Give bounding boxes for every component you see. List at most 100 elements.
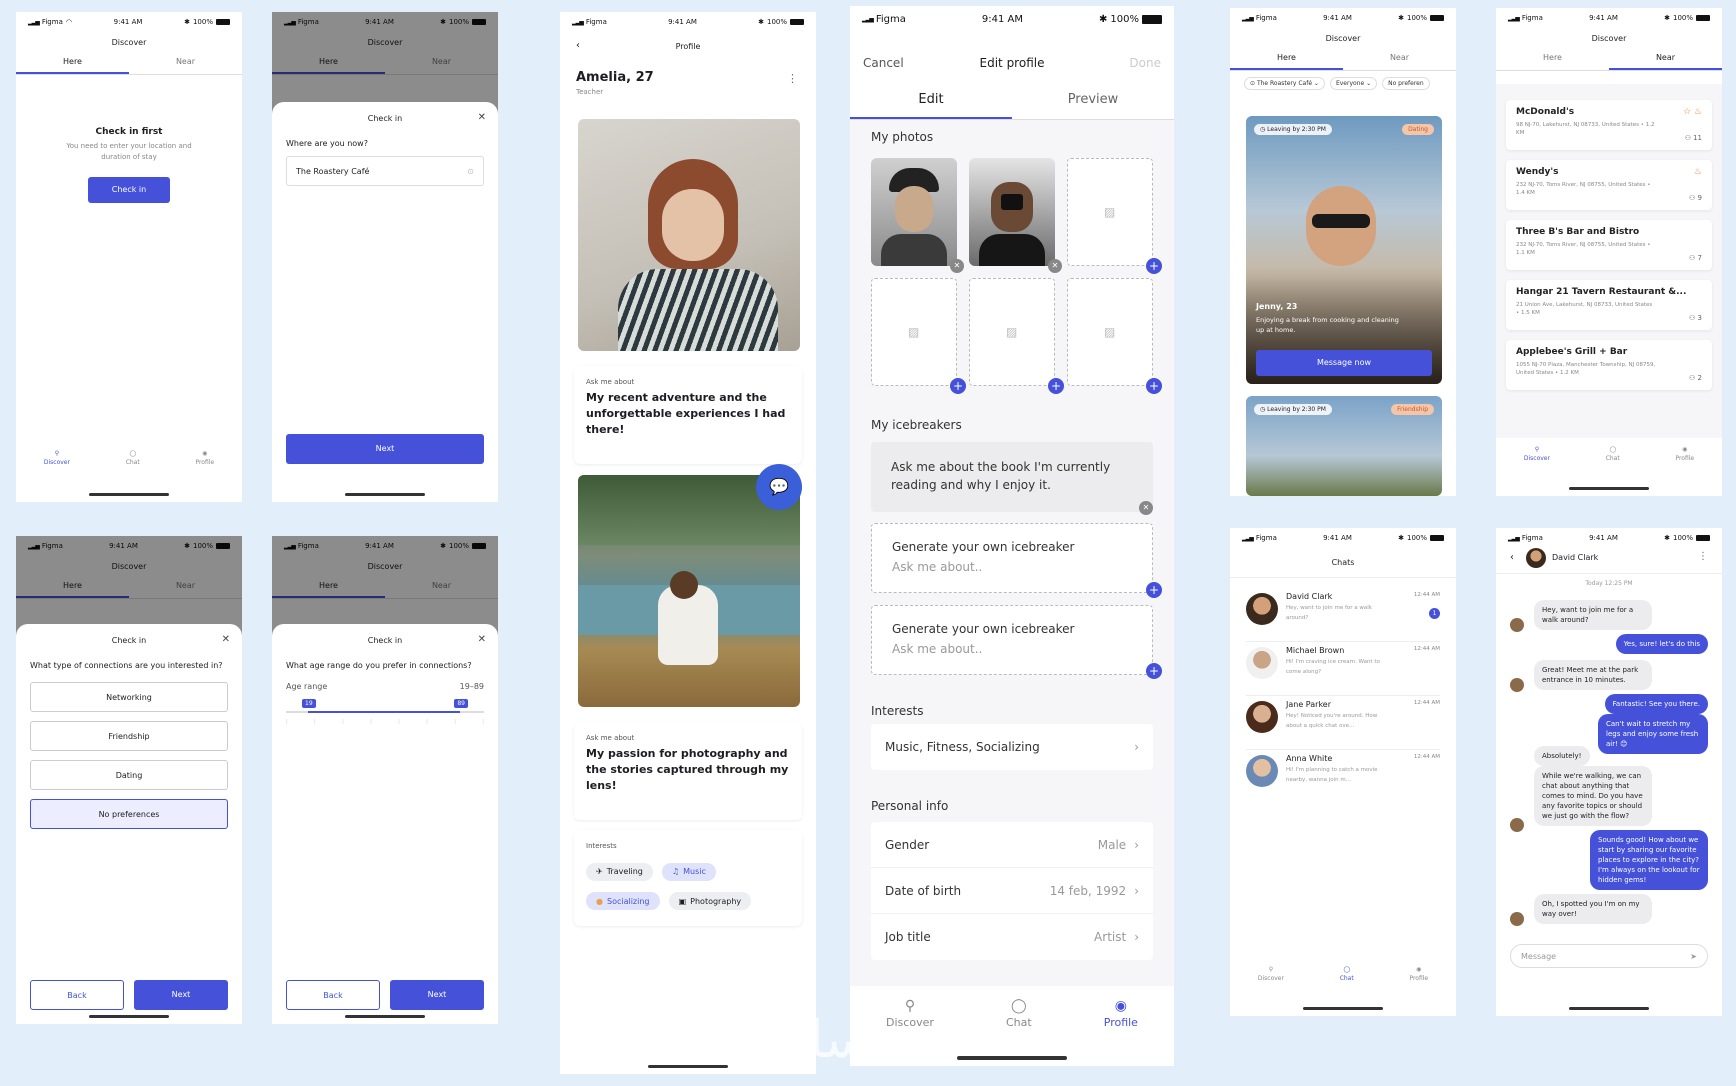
nav-profile[interactable]: ◉ Profile	[1409, 966, 1428, 982]
fire-icon: ♨	[1693, 167, 1702, 177]
age-range-slider[interactable]: 19 89 | | | | | | | |	[286, 699, 484, 729]
icebreaker-1[interactable]: Ask me about the book I'm currently read…	[871, 442, 1153, 512]
nav-discover[interactable]: ⚲ Discover	[1524, 446, 1550, 462]
nav-chat[interactable]: ◯ Chat	[126, 450, 140, 466]
add-photo-icon[interactable]: +	[950, 378, 966, 394]
photo-slot-1[interactable]	[871, 158, 957, 266]
screen-conversation: ▂▃▅ Figma 9:41 AM ✱ 100% ‹ David Clark ⋮ To…	[1496, 528, 1722, 1016]
close-icon[interactable]: ✕	[478, 634, 486, 645]
message-sent: Fantastic! See you there.	[1604, 694, 1708, 714]
check-in-button[interactable]: Check in	[88, 177, 170, 203]
more-icon[interactable]: ⋮	[1698, 551, 1708, 562]
nav-chat[interactable]: ◯ Chat	[1340, 966, 1354, 982]
chat-item[interactable]: Michael Brown Hi! I'm craving ice cream. …	[1246, 642, 1440, 696]
tab-here[interactable]: Here	[1496, 53, 1609, 70]
next-button[interactable]: Next	[286, 434, 484, 464]
chat-item[interactable]: David Clark Hey, want to join me for a wa…	[1246, 588, 1440, 642]
next-button[interactable]: Next	[134, 980, 228, 1010]
add-photo-icon[interactable]: +	[1146, 378, 1162, 394]
screen-discover-near: ▂▃▅ Figma 9:41 AM ✱ 100% Discover Here Near …	[1496, 8, 1722, 496]
field-date-of-birth[interactable]: Date of birth 14 feb, 1992 ›	[871, 868, 1153, 914]
place-item[interactable]: Three B's Bar and Bistro 232 NJ-70, Toms …	[1506, 220, 1712, 270]
tab-near[interactable]: Near	[129, 57, 242, 74]
close-icon[interactable]: ✕	[222, 634, 230, 645]
nav-discover[interactable]: ⚲ Discover	[44, 450, 70, 466]
slider-max-handle[interactable]: 89	[454, 699, 468, 708]
message-received: Great! Meet me at the park entrance in 1…	[1534, 660, 1652, 690]
tab-edit[interactable]: Edit	[850, 92, 1012, 119]
add-icebreaker-icon[interactable]: +	[1146, 663, 1162, 679]
interests-label: Interests	[871, 704, 924, 718]
icebreakers-label: My icebreakers	[871, 418, 962, 432]
back-arrow-icon[interactable]: ‹	[576, 40, 580, 51]
remove-photo-icon[interactable]: ✕	[950, 259, 964, 273]
more-icon[interactable]: ⋮	[787, 72, 798, 85]
send-icon[interactable]: ➤	[1690, 952, 1697, 961]
image-icon: ▨	[1006, 325, 1018, 339]
place-item[interactable]: Wendy's 232 NJ-70, Toms River, NJ 08755, …	[1506, 160, 1712, 210]
remove-icebreaker-icon[interactable]: ✕	[1139, 501, 1153, 515]
chat-bubble-button[interactable]: 💬	[756, 464, 802, 510]
profile-icon: ◉	[1682, 446, 1688, 453]
chat-item[interactable]: Jane Parker Hey! Noticed you're around. H…	[1246, 696, 1440, 750]
screen-discover-checkin: ▂▃▅ Figma ◠ 9:41 AM ✱ 100% Discover Here Near…	[16, 12, 242, 502]
screen-checkin-connections: ▂▃▅ Figma 9:41 AM ✱ 100% Discover Here Near …	[16, 536, 242, 1024]
done-button[interactable]: Done	[1129, 56, 1161, 70]
message-input[interactable]: Message ➤	[1510, 944, 1708, 968]
photo-slot-2[interactable]	[969, 158, 1055, 266]
nav-discover[interactable]: ⚲ Discover	[1258, 966, 1284, 982]
option-dating[interactable]: Dating	[30, 760, 228, 790]
person-card-1[interactable]: ◷ Leaving by 2:30 PM Dating Jenny, 23 En…	[1246, 116, 1442, 384]
nav-chat[interactable]: ◯ Chat	[1006, 998, 1032, 1029]
tab-here[interactable]: Here	[16, 57, 129, 74]
ask-label: Ask me about	[586, 378, 635, 386]
page-title: Discover	[1591, 34, 1627, 43]
tab-here[interactable]: Here	[1230, 53, 1343, 70]
remove-photo-icon[interactable]: ✕	[1048, 259, 1062, 273]
location-input[interactable]: The Roastery Café ⊙	[286, 156, 484, 186]
option-no-preferences[interactable]: No preferences	[30, 799, 228, 829]
back-button[interactable]: Back	[30, 980, 124, 1010]
clock-icon: ◷	[1260, 406, 1266, 413]
field-gender[interactable]: Gender Male ›	[871, 822, 1153, 868]
message-sent: Sounds good! How about we start by shari…	[1590, 830, 1708, 890]
generate-icebreaker-1[interactable]: Generate your own icebreaker Ask me abou…	[871, 523, 1153, 593]
field-job-title[interactable]: Job title Artist ›	[871, 914, 1153, 960]
filter-place[interactable]: ⊙ The Roastery Café ⌄	[1244, 77, 1325, 90]
add-icebreaker-icon[interactable]: +	[1146, 582, 1162, 598]
nav-profile[interactable]: ◉ Profile	[195, 450, 214, 466]
place-item[interactable]: McDonald's 98 NJ-70, Lakehurst, NJ 08733,…	[1506, 100, 1712, 150]
close-icon[interactable]: ✕	[478, 112, 486, 123]
chat-item[interactable]: Anna White Hi! I'm planning to catch a mo…	[1246, 750, 1440, 804]
slider-min-handle[interactable]: 19	[302, 699, 316, 708]
back-button[interactable]: Back	[286, 980, 380, 1010]
filter-preference[interactable]: No preferen	[1382, 77, 1430, 90]
filter-who[interactable]: Everyone ⌄	[1329, 77, 1378, 90]
nav-profile[interactable]: ◉ Profile	[1104, 998, 1138, 1029]
interests-row[interactable]: Music, Fitness, Socializing ›	[871, 724, 1153, 770]
tab-near[interactable]: Near	[1343, 53, 1456, 70]
option-friendship[interactable]: Friendship	[30, 721, 228, 751]
person-card-2[interactable]: ◷ Leaving by 2:30 PM Friendship	[1246, 396, 1442, 496]
tab-preview[interactable]: Preview	[1012, 92, 1174, 119]
locate-icon[interactable]: ⊙	[467, 167, 474, 176]
add-photo-icon[interactable]: +	[1048, 378, 1064, 394]
photo-slot-3[interactable]: ▨	[1067, 158, 1153, 266]
nav-chat[interactable]: ◯ Chat	[1606, 446, 1620, 462]
add-photo-icon[interactable]: +	[1146, 258, 1162, 274]
option-networking[interactable]: Networking	[30, 682, 228, 712]
next-button[interactable]: Next	[390, 980, 484, 1010]
message-now-button[interactable]: Message now	[1256, 350, 1432, 376]
people-icon: ⚇	[1689, 254, 1696, 262]
tab-near[interactable]: Near	[1609, 53, 1722, 70]
unread-badge: 1	[1429, 608, 1440, 619]
photo-slot-6[interactable]: ▨	[1067, 278, 1153, 386]
place-item[interactable]: Applebee's Grill + Bar 1055 NJ-70 Plaza, …	[1506, 340, 1712, 390]
interests-label: Interests	[586, 842, 617, 850]
back-arrow-icon[interactable]: ‹	[1510, 552, 1514, 563]
generate-icebreaker-2[interactable]: Generate your own icebreaker Ask me abou…	[871, 605, 1153, 675]
place-item[interactable]: Hangar 21 Tavern Restaurant &... 21 Union…	[1506, 280, 1712, 330]
nav-profile[interactable]: ◉ Profile	[1675, 446, 1694, 462]
photo-slot-4[interactable]: ▨	[871, 278, 957, 386]
photo-slot-5[interactable]: ▨	[969, 278, 1055, 386]
